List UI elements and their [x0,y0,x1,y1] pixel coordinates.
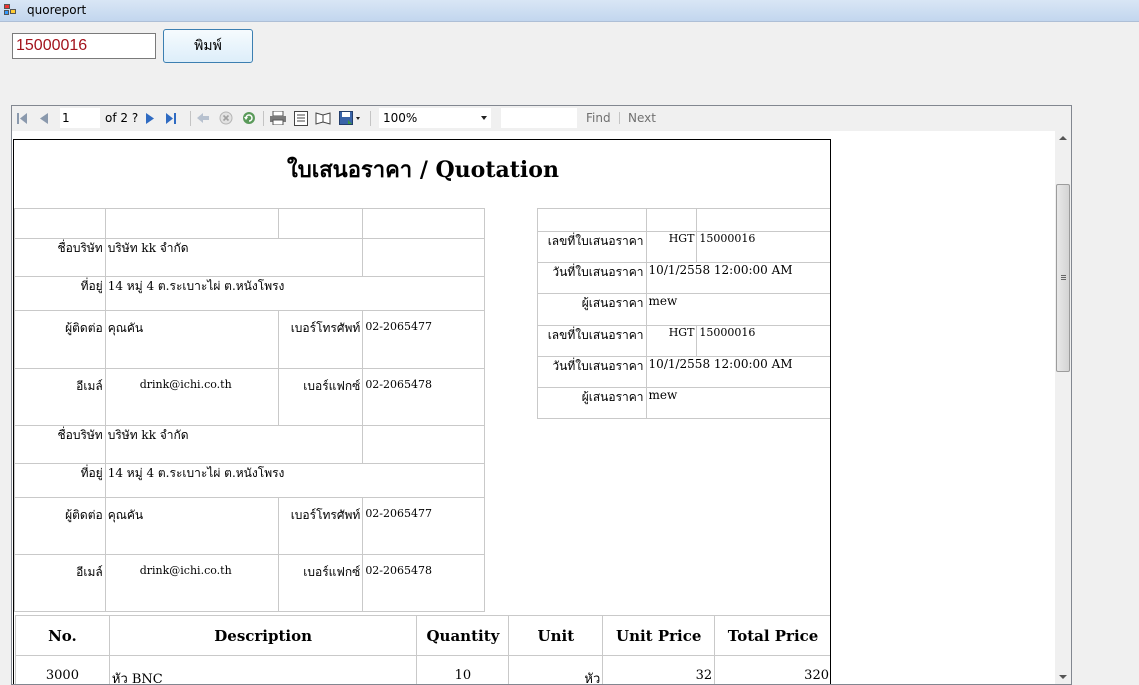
export-icon[interactable] [338,110,362,126]
items-table: No. Description Quantity Unit Unit Price… [15,615,830,684]
quotation-date-label: วันที่ใบเสนอราคา [537,262,647,294]
contact-value: คุณคัน [104,497,280,555]
phone-value: 02-2065477 [362,497,485,555]
item-description: หัว BNC [108,655,418,684]
quoted-by-value: mew [645,293,830,326]
quotation-number-value: 15000016 [696,231,830,263]
column-header: No. [15,615,110,656]
item-unit-price: 32 [602,655,716,684]
company-value: บริษัท kk จำกัด [104,425,364,464]
report-canvas: ใบเสนอราคา / Quotation ชื่อบริษัท บริษัท… [12,131,1055,684]
phone-value: 02-2065477 [362,310,485,369]
title-bar: quoreport [0,0,1139,22]
scrollbar-thumb[interactable] [1056,184,1070,372]
zoom-value: 100% [383,111,418,125]
column-header: Total Price [714,615,830,656]
page-total-label: of 2 ? [105,111,139,125]
find-link[interactable]: Find [586,111,611,125]
page-number-input[interactable]: 1 [60,108,100,128]
next-page-icon[interactable] [145,110,155,126]
fax-value: 02-2065478 [362,554,485,612]
email-value: drink@ichi.co.th [104,554,280,612]
quoted-by-label: ผู้เสนอราคา [537,293,647,326]
column-header: Unit [508,615,604,656]
report-viewer: 1 of 2 ? 100% Find Next ใบเสนอราคา / Quo… [11,105,1072,685]
window-title: quoreport [27,3,87,17]
customer-info-table: ชื่อบริษัท บริษัท kk จำกัด ที่อยู่ 14 หม… [14,208,486,612]
find-input[interactable] [501,108,577,128]
quotation-number-label: เลขที่ใบเสนอราคา [537,231,647,263]
scroll-down-icon[interactable] [1059,675,1067,679]
quotation-number-label: เลขที่ใบเสนอราคา [537,325,647,357]
quotation-info-table: เลขที่ใบเสนอราคา HGT 15000016 วันที่ใบเส… [537,208,830,419]
previous-page-icon[interactable] [39,110,49,126]
stop-icon[interactable] [218,110,234,126]
company-value: บริษัท kk จำกัด [104,238,364,277]
company-label: ชื่อบริษัท [14,425,106,464]
contact-value: คุณคัน [104,310,280,369]
chevron-down-icon [481,116,487,120]
quoted-by-label: ผู้เสนอราคา [537,387,647,419]
address-label: ที่อยู่ [14,463,106,498]
quoted-by-value: mew [645,387,830,419]
column-header: Unit Price [602,615,716,656]
quotation-date-value: 10/1/2558 12:00:00 AM [645,262,830,294]
quotation-date-label: วันที่ใบเสนอราคา [537,356,647,388]
column-header: Description [108,615,418,656]
item-total-price: 320 [714,655,830,684]
address-label: ที่อยู่ [14,276,106,311]
report-title: ใบเสนอราคา / Quotation [287,157,559,183]
quotation-number-value: 15000016 [696,325,830,357]
quotation-prefix: HGT [645,325,698,357]
scroll-up-icon[interactable] [1059,136,1067,140]
fax-label: เบอร์แฟกซ์ [278,368,364,426]
email-value: drink@ichi.co.th [104,368,280,426]
quotation-date-value: 10/1/2558 12:00:00 AM [645,356,830,388]
items-header-row: No. Description Quantity Unit Unit Price… [15,615,830,656]
back-icon[interactable] [196,110,210,126]
contact-label: ผู้ติดต่อ [14,310,106,369]
contact-label: ผู้ติดต่อ [14,497,106,555]
address-value: 14 หมู่ 4 ต.ระเบาะไผ่ ต.หนังโพรง [104,276,486,311]
page-setup-icon[interactable] [314,110,332,126]
column-header: Quantity [416,615,510,656]
vertical-scrollbar[interactable] [1055,131,1071,684]
email-label: อีเมล์ [14,368,106,426]
item-unit: หัว [508,655,604,684]
zoom-select[interactable]: 100% [379,108,491,128]
first-page-icon[interactable] [16,110,28,126]
app-icon [4,4,18,16]
phone-label: เบอร์โทรศัพท์ [278,497,364,555]
toolbar-separator [619,112,620,124]
item-quantity: 10 [416,655,510,684]
toolbar-separator [370,111,371,126]
phone-label: เบอร์โทรศัพท์ [278,310,364,369]
last-page-icon[interactable] [165,110,177,126]
print-icon[interactable] [269,110,286,126]
find-next-link[interactable]: Next [628,111,656,125]
item-number: 3000 [15,655,110,684]
email-label: อีเมล์ [14,554,106,612]
report-toolbar: 1 of 2 ? 100% Find Next [12,106,1071,131]
report-page: ใบเสนอราคา / Quotation ชื่อบริษัท บริษัท… [13,139,831,684]
fax-label: เบอร์แฟกซ์ [278,554,364,612]
address-value: 14 หมู่ 4 ต.ระเบาะไผ่ ต.หนังโพรง [104,463,486,498]
refresh-icon[interactable] [241,110,257,126]
quotation-prefix: HGT [645,231,698,263]
print-button[interactable]: พิมพ์ [163,29,253,63]
table-row: 3000 หัว BNC 10 หัว 32 320 [15,655,830,684]
fax-value: 02-2065478 [362,368,485,426]
toolbar-separator [263,111,264,126]
toolbar-separator [190,111,191,126]
company-label: ชื่อบริษัท [14,238,106,277]
print-layout-icon[interactable] [292,110,309,126]
quotation-number-input[interactable]: 15000016 [12,33,156,59]
